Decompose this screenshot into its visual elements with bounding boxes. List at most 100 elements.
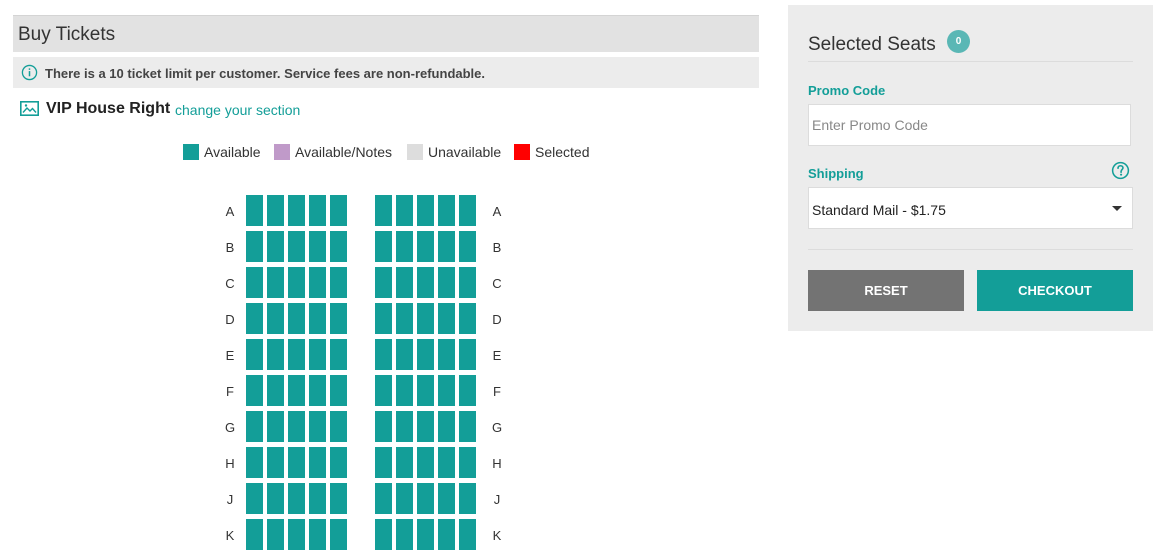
seat[interactable] <box>309 375 326 406</box>
seat[interactable] <box>246 483 263 514</box>
seat[interactable] <box>417 483 434 514</box>
seat[interactable] <box>438 339 455 370</box>
seat[interactable] <box>246 303 263 334</box>
seat[interactable] <box>375 339 392 370</box>
seat[interactable] <box>375 231 392 262</box>
seat[interactable] <box>309 483 326 514</box>
seat[interactable] <box>330 303 347 334</box>
seat[interactable] <box>309 447 326 478</box>
seat[interactable] <box>267 375 284 406</box>
seat[interactable] <box>330 519 347 550</box>
seat[interactable] <box>459 447 476 478</box>
seat[interactable] <box>267 483 284 514</box>
seat[interactable] <box>375 519 392 550</box>
seat[interactable] <box>288 303 305 334</box>
seat[interactable] <box>267 231 284 262</box>
seat[interactable] <box>288 519 305 550</box>
seat[interactable] <box>309 339 326 370</box>
seat[interactable] <box>459 411 476 442</box>
seat[interactable] <box>417 375 434 406</box>
seat[interactable] <box>459 519 476 550</box>
seat[interactable] <box>438 483 455 514</box>
question-circle-icon[interactable] <box>1111 161 1130 180</box>
seat[interactable] <box>375 267 392 298</box>
seat[interactable] <box>288 339 305 370</box>
seat[interactable] <box>459 303 476 334</box>
seat[interactable] <box>396 339 413 370</box>
seat[interactable] <box>417 447 434 478</box>
seat[interactable] <box>396 195 413 226</box>
seat[interactable] <box>267 339 284 370</box>
seat[interactable] <box>309 411 326 442</box>
seat[interactable] <box>417 339 434 370</box>
seat[interactable] <box>396 303 413 334</box>
seat[interactable] <box>459 483 476 514</box>
seat[interactable] <box>267 411 284 442</box>
seat[interactable] <box>375 447 392 478</box>
seat[interactable] <box>288 195 305 226</box>
seat[interactable] <box>438 267 455 298</box>
seat[interactable] <box>438 375 455 406</box>
seat[interactable] <box>288 447 305 478</box>
seat[interactable] <box>246 411 263 442</box>
seat[interactable] <box>330 267 347 298</box>
seat[interactable] <box>459 267 476 298</box>
seat[interactable] <box>396 375 413 406</box>
seat[interactable] <box>309 267 326 298</box>
seat[interactable] <box>396 519 413 550</box>
seat[interactable] <box>267 267 284 298</box>
seat[interactable] <box>288 267 305 298</box>
seat[interactable] <box>288 411 305 442</box>
seat[interactable] <box>459 375 476 406</box>
seat[interactable] <box>288 375 305 406</box>
seat[interactable] <box>267 195 284 226</box>
seat[interactable] <box>267 447 284 478</box>
shipping-select[interactable]: Standard Mail - $1.75 <box>808 187 1133 229</box>
seat[interactable] <box>288 483 305 514</box>
seat[interactable] <box>417 267 434 298</box>
promo-code-input[interactable] <box>808 104 1131 146</box>
seat[interactable] <box>267 303 284 334</box>
reset-button[interactable]: RESET <box>808 270 964 311</box>
seat[interactable] <box>246 231 263 262</box>
seat[interactable] <box>459 195 476 226</box>
seat[interactable] <box>396 231 413 262</box>
seat[interactable] <box>246 339 263 370</box>
seat[interactable] <box>396 447 413 478</box>
seat[interactable] <box>438 195 455 226</box>
seat[interactable] <box>375 303 392 334</box>
seat[interactable] <box>330 375 347 406</box>
seat[interactable] <box>309 231 326 262</box>
seat[interactable] <box>459 231 476 262</box>
seat[interactable] <box>396 411 413 442</box>
seat[interactable] <box>330 231 347 262</box>
seat[interactable] <box>330 447 347 478</box>
seat[interactable] <box>438 519 455 550</box>
seat[interactable] <box>330 411 347 442</box>
seat[interactable] <box>396 483 413 514</box>
seat[interactable] <box>246 447 263 478</box>
seat[interactable] <box>417 411 434 442</box>
seat[interactable] <box>438 411 455 442</box>
seat[interactable] <box>246 375 263 406</box>
seat[interactable] <box>438 303 455 334</box>
seat[interactable] <box>267 519 284 550</box>
seat[interactable] <box>309 303 326 334</box>
checkout-button[interactable]: CHECKOUT <box>977 270 1133 311</box>
seat[interactable] <box>375 375 392 406</box>
seat[interactable] <box>309 195 326 226</box>
seat[interactable] <box>330 195 347 226</box>
seat[interactable] <box>438 447 455 478</box>
seat[interactable] <box>330 339 347 370</box>
seat[interactable] <box>288 231 305 262</box>
seat[interactable] <box>375 483 392 514</box>
seat[interactable] <box>417 303 434 334</box>
seat[interactable] <box>246 195 263 226</box>
seat[interactable] <box>246 519 263 550</box>
seat[interactable] <box>246 267 263 298</box>
seat[interactable] <box>438 231 455 262</box>
seat[interactable] <box>309 519 326 550</box>
seat[interactable] <box>417 231 434 262</box>
seat[interactable] <box>417 519 434 550</box>
seat[interactable] <box>417 195 434 226</box>
